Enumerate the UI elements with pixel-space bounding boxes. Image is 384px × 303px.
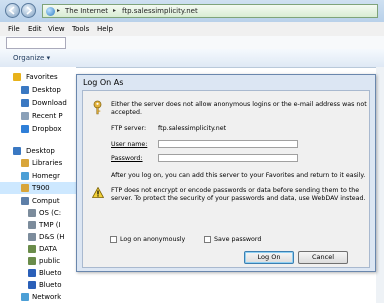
forward-button[interactable] bbox=[21, 3, 36, 18]
network-icon bbox=[21, 293, 29, 301]
drive-icon bbox=[28, 221, 36, 229]
after-logon-text: After you log on, you can add this serve… bbox=[111, 172, 366, 179]
menu-edit[interactable]: Edit bbox=[28, 25, 42, 33]
content-scrollbar[interactable] bbox=[376, 67, 384, 303]
dialog-body: Either the server does not allow anonymo… bbox=[82, 90, 370, 268]
nav-item-recent-places[interactable]: Recent P bbox=[0, 110, 76, 122]
username-label: User name: bbox=[111, 141, 148, 148]
nav-item-homegroup[interactable]: Homegr bbox=[0, 170, 76, 182]
nav-item-label: Recent P bbox=[32, 112, 63, 120]
address-bar-area: ▸ The Internet ▸ ftp.salessimplicity.net bbox=[0, 0, 384, 22]
nav-item-label: TMP (I bbox=[39, 221, 61, 229]
toolbar-input[interactable] bbox=[6, 37, 66, 49]
nav-item-drive-tmp[interactable]: TMP (I bbox=[0, 219, 76, 231]
nav-item-label: Homegr bbox=[32, 172, 60, 180]
nav-item-desktop[interactable]: Desktop bbox=[0, 84, 76, 96]
star-icon bbox=[13, 73, 21, 81]
nav-item-label: OS (C: bbox=[39, 209, 62, 217]
nav-item-label: DATA bbox=[39, 245, 58, 253]
nav-item-network[interactable]: Network bbox=[0, 291, 76, 303]
command-bar bbox=[0, 49, 384, 68]
save-password-label[interactable]: Save password bbox=[214, 236, 261, 244]
menu-tools[interactable]: Tools bbox=[72, 25, 89, 33]
nav-item-label: Favorites bbox=[26, 73, 58, 81]
nav-item-drive-ds[interactable]: D&S (H bbox=[0, 231, 76, 243]
warning-icon bbox=[92, 187, 104, 198]
anonymous-checkbox[interactable] bbox=[110, 236, 117, 243]
anonymous-checkbox-label[interactable]: Log on anonymously bbox=[120, 236, 185, 244]
cancel-button[interactable]: Cancel bbox=[298, 251, 348, 264]
nav-item-label: Comput bbox=[32, 197, 60, 205]
nav-item-t900[interactable]: T900 bbox=[0, 182, 76, 194]
menu-view[interactable]: View bbox=[48, 25, 65, 33]
nav-item-drive-c[interactable]: OS (C: bbox=[0, 207, 76, 219]
user-folder-icon bbox=[21, 184, 29, 192]
intro-text-line1: Either the server does not allow anonymo… bbox=[111, 101, 367, 108]
password-label: Password: bbox=[111, 155, 143, 162]
bluetooth-icon bbox=[28, 281, 36, 289]
navigation-pane: Favorites Desktop Download Recent P Drop… bbox=[0, 67, 76, 303]
back-arrow-icon bbox=[8, 6, 15, 15]
network-drive-icon bbox=[28, 245, 36, 253]
nav-item-downloads[interactable]: Download bbox=[0, 97, 76, 109]
bluetooth-icon bbox=[28, 269, 36, 277]
globe-icon bbox=[46, 7, 55, 16]
key-icon bbox=[93, 100, 102, 115]
nav-item-public[interactable]: public bbox=[0, 255, 76, 267]
intro-text-line2: accepted. bbox=[111, 109, 142, 116]
network-drive-icon bbox=[28, 257, 36, 265]
forward-arrow-icon bbox=[26, 6, 33, 15]
address-field[interactable]: ▸ The Internet ▸ ftp.salessimplicity.net bbox=[42, 4, 378, 18]
nav-item-label: T900 bbox=[32, 184, 50, 192]
nav-item-label: Desktop bbox=[32, 86, 61, 94]
nav-item-label: public bbox=[39, 257, 61, 265]
nav-item-label: D&S (H bbox=[39, 233, 65, 241]
nav-item-label: Blueto bbox=[39, 281, 62, 289]
nav-item-label: Libraries bbox=[32, 159, 63, 167]
menu-file[interactable]: File bbox=[8, 25, 20, 33]
downloads-icon bbox=[21, 99, 29, 107]
dropbox-icon bbox=[21, 125, 29, 133]
homegroup-icon bbox=[21, 172, 29, 180]
password-field[interactable] bbox=[158, 154, 298, 162]
warning-text-line2: server. To protect the security of your … bbox=[111, 195, 366, 202]
desktop-icon bbox=[21, 86, 29, 94]
logon-button[interactable]: Log On bbox=[244, 251, 294, 264]
drive-icon bbox=[28, 209, 36, 217]
nav-item-libraries[interactable]: Libraries bbox=[0, 157, 76, 169]
organize-button[interactable]: Organize ▾ bbox=[13, 54, 50, 62]
dialog-title: Log On As bbox=[83, 78, 124, 87]
username-field[interactable] bbox=[158, 140, 298, 148]
nav-item-label: Desktop bbox=[26, 147, 55, 155]
breadcrumb-ftp-server[interactable]: ftp.salessimplicity.net bbox=[122, 7, 198, 15]
save-password-checkbox[interactable] bbox=[204, 236, 211, 243]
ftp-server-label: FTP server: bbox=[111, 125, 147, 132]
breadcrumb-internet[interactable]: The Internet bbox=[65, 7, 108, 15]
nav-item-label: Download bbox=[32, 99, 67, 107]
back-button[interactable] bbox=[5, 3, 20, 18]
drive-icon bbox=[28, 233, 36, 241]
recent-places-icon bbox=[21, 112, 29, 120]
nav-item-desktop-root[interactable]: Desktop bbox=[0, 145, 76, 157]
breadcrumb-separator: ▸ bbox=[113, 7, 117, 14]
ftp-server-value: ftp.salessimplicity.net bbox=[158, 125, 227, 132]
nav-item-data[interactable]: DATA bbox=[0, 243, 76, 255]
nav-item-computer[interactable]: Comput bbox=[0, 195, 76, 207]
desktop-icon bbox=[13, 147, 21, 155]
nav-item-bluetooth-2[interactable]: Blueto bbox=[0, 279, 76, 291]
logon-dialog: Log On As Either the server does not all… bbox=[76, 74, 376, 272]
breadcrumb-separator: ▸ bbox=[57, 7, 61, 14]
menu-help[interactable]: Help bbox=[97, 25, 113, 33]
nav-item-label: Dropbox bbox=[32, 125, 62, 133]
warning-text-line1: FTP does not encrypt or encode passwords… bbox=[111, 187, 360, 194]
nav-item-label: Blueto bbox=[39, 269, 62, 277]
nav-item-dropbox[interactable]: Dropbox bbox=[0, 123, 76, 135]
computer-icon bbox=[21, 197, 29, 205]
nav-item-favorites[interactable]: Favorites bbox=[0, 71, 76, 83]
nav-item-label: Network bbox=[32, 293, 62, 301]
nav-item-bluetooth-1[interactable]: Blueto bbox=[0, 267, 76, 279]
menu-bar: File Edit View Tools Help bbox=[0, 22, 384, 37]
libraries-icon bbox=[21, 159, 29, 167]
